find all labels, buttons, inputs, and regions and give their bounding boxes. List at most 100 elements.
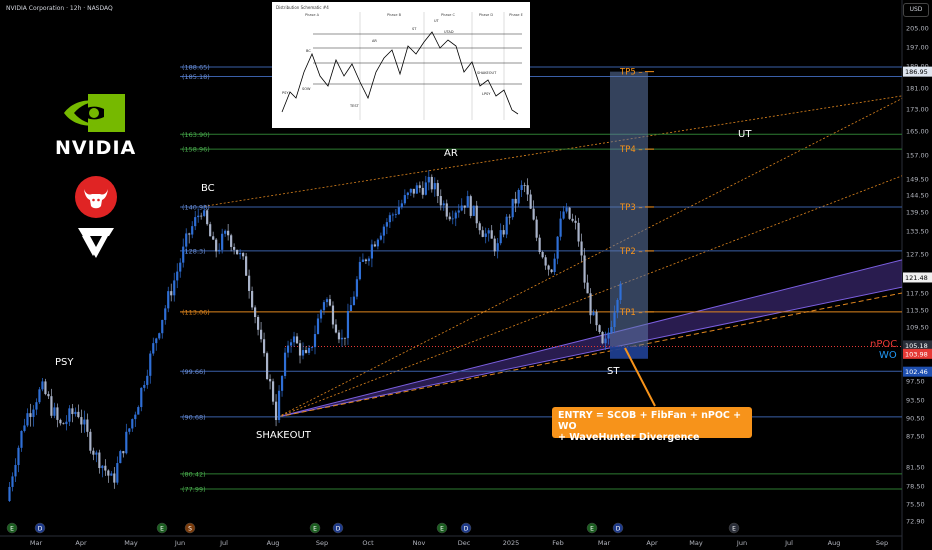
candle-body (580, 241, 583, 256)
candle-body (203, 210, 206, 216)
candle-body (382, 226, 385, 236)
candle-body (511, 198, 514, 218)
schematic-label: TEST (349, 104, 360, 108)
candle-body (394, 214, 397, 215)
price-tag-label: 103.98 (905, 350, 928, 358)
candle-body (295, 336, 299, 344)
candle-body (358, 261, 362, 280)
candle-body (604, 338, 607, 344)
candle-body (131, 419, 134, 429)
candle-body (11, 476, 14, 487)
event-badge-letter: E (440, 526, 444, 533)
level-label: (77.99) (182, 486, 206, 494)
candle-body (176, 271, 179, 281)
candle-body (80, 417, 83, 425)
chart-stage: 205.00 197.00 189.00 181.00 173.00 165.00 157.… (0, 0, 932, 550)
candle-body (520, 185, 523, 190)
candle-body (68, 408, 71, 422)
level-label: (158.96) (182, 146, 210, 154)
x-tick-label: Apr (75, 539, 87, 547)
candle-body (553, 258, 556, 273)
candle-body (251, 290, 254, 308)
candle-body (17, 447, 20, 466)
y-tick-label: 173.00 (906, 106, 929, 114)
event-badge-letter: E (10, 526, 14, 533)
candle-body (116, 463, 119, 483)
y-tick-label: 87.50 (906, 433, 925, 441)
candle-body (376, 239, 379, 247)
candle-body (218, 249, 221, 252)
candle-body (331, 305, 335, 325)
candle-body (307, 347, 311, 353)
candle-body (619, 283, 622, 300)
candle-body (230, 235, 233, 247)
candle-body (38, 389, 41, 403)
candle-body (589, 293, 592, 316)
y-tick-label: 72.90 (906, 518, 925, 526)
candle-body (256, 316, 260, 330)
candle-body (140, 387, 143, 408)
schematic-diagram: Phase A Phase B Phase C Phase D Phase E PSY BC… (281, 12, 523, 120)
level-label: (188.65) (182, 63, 210, 71)
candle-body (179, 262, 182, 272)
candle-body (298, 343, 302, 356)
candle-body (415, 185, 418, 194)
candle-body (406, 192, 409, 196)
x-tick-label: May (689, 539, 703, 547)
y-tick-label: 97.50 (906, 378, 925, 386)
event-badge-letter: E (160, 526, 164, 533)
candle-body (448, 216, 451, 220)
price-tag-label: 121.48 (905, 274, 928, 282)
entry-line-1: ENTRY = SCOB + FibFan + nPOC + WO (558, 410, 742, 432)
schematic-phase-label: Phase D (479, 13, 494, 17)
currency-button[interactable]: USD (903, 3, 929, 17)
candle-body (41, 381, 44, 390)
y-tick-label: 197.00 (906, 44, 929, 52)
candle-body (478, 223, 481, 231)
candle-body (550, 269, 553, 273)
candle-body (262, 339, 266, 354)
x-tick-label: Jun (736, 539, 747, 547)
candle-body (508, 216, 511, 218)
candle-body (242, 253, 245, 257)
candle-body (206, 210, 209, 225)
candle-body (514, 198, 517, 204)
candle-body (418, 185, 421, 188)
candle-body (316, 318, 320, 335)
candle-body (268, 379, 272, 382)
candle-body (286, 345, 290, 353)
level-label: (90.68) (182, 413, 206, 421)
schematic-label: SHAKEOUT (477, 71, 497, 75)
y-tick-label: 117.50 (906, 290, 929, 298)
schematic-phase-label: Phase B (387, 13, 402, 17)
candle-body (310, 347, 314, 348)
y-tick-label: 157.00 (906, 152, 929, 160)
level-label: (140.98) (182, 203, 210, 211)
candle-body (547, 265, 550, 270)
schematic-label: LPSY (482, 92, 491, 96)
candle-body (373, 244, 376, 247)
candle-body (526, 185, 529, 195)
candle-body (137, 407, 140, 415)
candle-body (71, 408, 74, 415)
candle-body (385, 222, 388, 227)
candle-body (577, 222, 580, 242)
candle-body (95, 452, 98, 455)
candle-body (379, 235, 382, 240)
candle-body (65, 421, 68, 425)
candle-body (119, 451, 122, 464)
x-tick-label: Apr (646, 539, 658, 547)
candle-body (601, 332, 604, 344)
candle-body (134, 414, 137, 420)
candle-body (616, 299, 619, 313)
candle-body (535, 219, 538, 238)
candle-body (313, 334, 317, 348)
candle-body (200, 215, 203, 217)
schematic-phase-label: Phase C (441, 13, 456, 17)
x-tick-label: May (124, 539, 138, 547)
candle-body (56, 407, 59, 420)
candle-body (583, 255, 586, 283)
schematic-label: SOW (302, 87, 311, 91)
y-tick-label: 75.50 (906, 501, 925, 509)
candle-body (146, 375, 149, 385)
